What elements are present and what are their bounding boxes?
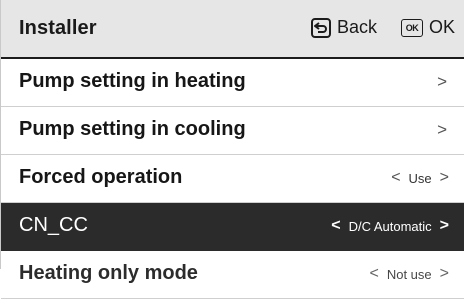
header-bar: Installer Back OK OK bbox=[1, 0, 464, 59]
value-selector: < Use > bbox=[391, 169, 449, 187]
menu-item-label: Forced operation bbox=[19, 166, 183, 188]
ok-button[interactable]: OK OK bbox=[401, 17, 455, 38]
menu-item-cn-cc[interactable]: CN_CC < D/C Automatic > bbox=[1, 203, 464, 251]
chevron-right-icon: > bbox=[437, 72, 447, 91]
chevron-left-icon[interactable]: < bbox=[370, 265, 379, 283]
ok-label: OK bbox=[429, 17, 456, 37]
menu-item-heating-only-mode[interactable]: Heating only mode < Not use > bbox=[1, 251, 464, 299]
back-button[interactable]: Back bbox=[311, 17, 377, 38]
back-label: Back bbox=[337, 17, 378, 37]
back-key-icon bbox=[311, 17, 331, 38]
menu-item-forced-operation[interactable]: Forced operation < Use > bbox=[1, 155, 464, 203]
ok-key-icon: OK bbox=[401, 18, 423, 37]
selector-value: D/C Automatic bbox=[348, 218, 432, 234]
chevron-left-icon[interactable]: < bbox=[331, 217, 340, 235]
selector-value: Use bbox=[408, 170, 432, 186]
page-title: Installer bbox=[19, 17, 97, 39]
menu-item-label: Heating only mode bbox=[19, 262, 198, 284]
chevron-right-icon[interactable]: > bbox=[440, 265, 449, 283]
menu-item-pump-cooling[interactable]: Pump setting in cooling > bbox=[1, 107, 464, 155]
value-selector: < Not use > bbox=[370, 265, 450, 283]
menu-item-label: Pump setting in heating bbox=[19, 70, 246, 92]
value-selector: < D/C Automatic > bbox=[331, 217, 449, 235]
chevron-right-icon: > bbox=[437, 120, 447, 139]
menu-item-pump-heating[interactable]: Pump setting in heating > bbox=[1, 59, 464, 107]
chevron-right-icon[interactable]: > bbox=[440, 217, 449, 235]
installer-screen: Installer Back OK OK Pump setting in hea… bbox=[0, 0, 464, 299]
chevron-right-icon[interactable]: > bbox=[440, 169, 449, 187]
menu-item-label: Pump setting in cooling bbox=[19, 118, 246, 140]
chevron-left-icon[interactable]: < bbox=[391, 169, 400, 187]
menu-item-label: CN_CC bbox=[19, 214, 88, 236]
settings-list: Pump setting in heating > Pump setting i… bbox=[1, 59, 464, 299]
